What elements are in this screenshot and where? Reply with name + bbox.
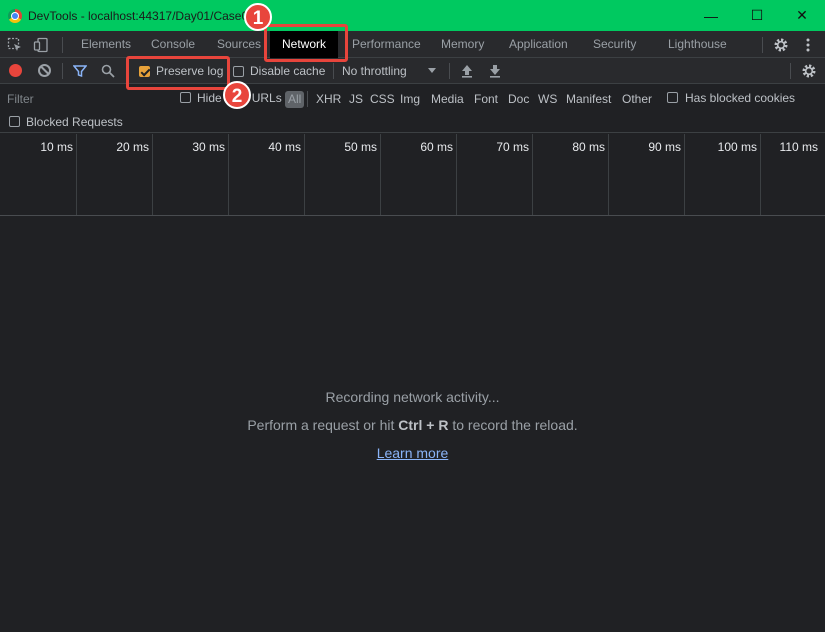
reload-hint-suffix: to record the reload. [448, 417, 578, 433]
record-icon[interactable] [9, 64, 22, 77]
window-title-bar: DevTools - localhost:44317/Day01/Case0 —… [0, 0, 825, 31]
tab-application[interactable]: Application [509, 31, 568, 58]
toolbar-divider [790, 63, 791, 79]
tab-elements[interactable]: Elements [81, 31, 131, 58]
timeline-tick-label: 100 ms [717, 140, 757, 154]
timeline-tick-label: 60 ms [420, 140, 453, 154]
tab-lighthouse[interactable]: Lighthouse [668, 31, 727, 58]
blocked-requests-label[interactable]: Blocked Requests [26, 115, 123, 129]
timeline-gridline [304, 134, 305, 215]
type-filter-js[interactable]: JS [347, 91, 365, 108]
device-toolbar-icon[interactable] [32, 36, 50, 54]
chevron-down-icon[interactable] [427, 66, 437, 76]
tab-security[interactable]: Security [593, 31, 636, 58]
timeline-tick-label: 80 ms [572, 140, 605, 154]
timeline-tick-label: 10 ms [40, 140, 73, 154]
has-blocked-cookies-checkbox[interactable] [667, 92, 678, 103]
maximize-button[interactable]: ☐ [734, 0, 780, 31]
clear-icon[interactable] [38, 64, 51, 77]
timeline-tick-label: 20 ms [116, 140, 149, 154]
timeline-gridline [456, 134, 457, 215]
type-filter-img[interactable]: Img [398, 91, 422, 108]
hide-data-urls-checkbox[interactable] [180, 92, 191, 103]
timeline-gridline [76, 134, 77, 215]
reload-hint-prefix: Perform a request or hit [247, 417, 399, 433]
step-badge-1: 1 [244, 3, 272, 31]
disable-cache-label[interactable]: Disable cache [250, 64, 325, 78]
toolbar-divider [333, 63, 334, 79]
type-filter-all[interactable]: All [285, 91, 305, 108]
type-filter-xhr[interactable]: XHR [314, 91, 343, 108]
close-button[interactable]: ✕ [779, 0, 825, 31]
type-filter-ws[interactable]: WS [536, 91, 559, 108]
filter-funnel-icon[interactable] [72, 63, 88, 79]
timeline-gridline [532, 134, 533, 215]
timeline-overview[interactable]: 10 ms 20 ms 30 ms 40 ms 50 ms 60 ms 70 m… [0, 134, 825, 216]
tab-performance[interactable]: Performance [352, 31, 421, 58]
network-toolbar: Preserve log Disable cache No throttling [0, 58, 825, 84]
toolbar-divider [449, 63, 450, 79]
toolbar-divider [62, 63, 63, 79]
network-settings-gear-icon[interactable] [800, 62, 818, 80]
settings-gear-icon[interactable] [771, 35, 791, 55]
reload-hint: Perform a request or hit Ctrl + R to rec… [0, 417, 825, 433]
type-filter-other[interactable]: Other [620, 91, 654, 108]
timeline-tick-label: 90 ms [648, 140, 681, 154]
type-filter-manifest[interactable]: Manifest [564, 91, 613, 108]
disable-cache-checkbox[interactable] [233, 66, 244, 77]
timeline-tick-label: 50 ms [344, 140, 377, 154]
timeline-tick-label: 110 ms [779, 140, 818, 154]
learn-more-link[interactable]: Learn more [377, 445, 449, 461]
type-filter-doc[interactable]: Doc [506, 91, 531, 108]
timeline-gridline [684, 134, 685, 215]
timeline-gridline [228, 134, 229, 215]
timeline-tick-label: 70 ms [496, 140, 529, 154]
timeline-gridline [380, 134, 381, 215]
devtools-tab-bar: Elements Console Sources Network Perform… [0, 31, 825, 58]
step-badge-2: 2 [223, 81, 251, 109]
timeline-tick-label: 40 ms [268, 140, 301, 154]
window-title: DevTools - localhost:44317/Day01/Case0 [28, 8, 249, 23]
requests-empty-state: Recording network activity... Perform a … [0, 216, 825, 632]
reload-shortcut: Ctrl + R [398, 417, 449, 433]
has-blocked-cookies-label[interactable]: Has blocked cookies [685, 91, 795, 105]
chrome-icon [8, 8, 22, 23]
preserve-log-highlight [126, 56, 230, 90]
tab-memory[interactable]: Memory [441, 31, 484, 58]
inspect-element-icon[interactable] [6, 36, 24, 54]
tab-console[interactable]: Console [151, 31, 195, 58]
search-icon[interactable] [100, 63, 116, 79]
minimize-button[interactable]: — [688, 0, 734, 31]
type-filter-font[interactable]: Font [472, 91, 500, 108]
timeline-tick-label: 30 ms [192, 140, 225, 154]
timeline-gridline [608, 134, 609, 215]
filter-bar: Hide data URLs All XHR JS CSS Img Media … [0, 85, 825, 133]
toolbar-divider [307, 91, 308, 107]
recording-message: Recording network activity... [325, 389, 500, 405]
tab-sources[interactable]: Sources [217, 31, 261, 58]
more-options-icon[interactable] [800, 35, 816, 55]
network-tab-highlight [264, 24, 348, 62]
import-har-icon[interactable] [460, 63, 474, 79]
throttling-select[interactable]: No throttling [342, 64, 407, 78]
type-filter-css[interactable]: CSS [368, 91, 397, 108]
timeline-gridline [152, 134, 153, 215]
export-har-icon[interactable] [488, 63, 502, 79]
learn-more-container: Learn more [0, 445, 825, 461]
type-filter-media[interactable]: Media [429, 91, 466, 108]
blocked-requests-checkbox[interactable] [9, 116, 20, 127]
filter-input[interactable] [3, 90, 167, 108]
toolbar-divider [762, 37, 763, 53]
toolbar-divider [62, 37, 63, 53]
